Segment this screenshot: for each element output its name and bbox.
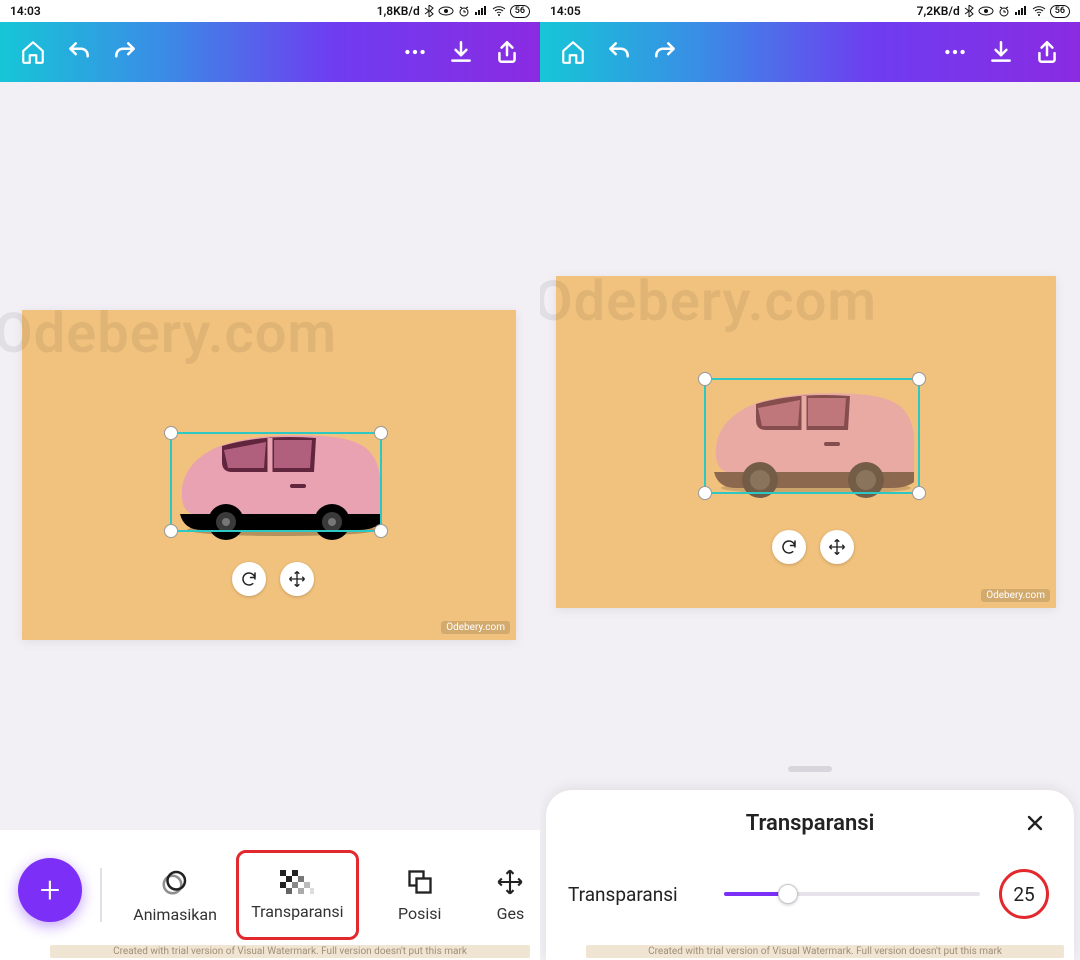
element-tools [232,562,314,596]
selection-box[interactable] [704,378,920,494]
signal-4g-icon [474,6,488,16]
resize-handle-bl[interactable] [164,524,178,538]
status-net: 1,8KB/d [377,4,420,18]
transparency-icon [280,870,314,894]
resize-handle-tl[interactable] [164,426,178,440]
close-icon [1025,813,1045,833]
status-net: 7,2KB/d [917,4,960,18]
redo-button[interactable] [102,29,148,75]
home-button[interactable] [10,29,56,75]
slider-thumb[interactable] [778,884,798,904]
resize-handle-br[interactable] [374,524,388,538]
alarm-icon [458,5,470,17]
rotate-button[interactable] [772,530,806,564]
undo-button[interactable] [56,29,102,75]
animate-icon [160,867,190,897]
resize-handle-bl[interactable] [698,486,712,500]
tool-gesture-label: Ges [497,904,525,923]
home-button[interactable] [550,29,596,75]
value-highlight-ring [999,869,1049,919]
slider-label: Transparansi [568,883,708,906]
wifi-icon [1032,6,1046,16]
canvas-area[interactable]: Odebery.com Odebery.com [0,82,540,960]
bottom-toolbar: + Animasikan Transparansi Posisi [0,830,540,960]
trial-watermark: Created with trial version of Visual Wat… [50,945,530,958]
selection-box[interactable] [170,432,382,532]
plus-icon: + [40,872,60,908]
tool-transparency-label: Transparansi [251,902,343,921]
resize-handle-tr[interactable] [912,372,926,386]
close-button[interactable] [1018,806,1052,840]
tool-animate-label: Animasikan [133,905,217,924]
share-button[interactable] [484,29,530,75]
signal-4g-icon [1014,6,1028,16]
element-tools [772,530,854,564]
app-bar [540,22,1080,82]
alarm-icon [998,5,1010,17]
eye-icon [978,6,994,16]
canvas-area[interactable]: Odebery.com Odebery.com [540,82,1080,960]
redo-button[interactable] [642,29,688,75]
rotate-button[interactable] [232,562,266,596]
resize-handle-tr[interactable] [374,426,388,440]
resize-handle-tl[interactable] [698,372,712,386]
app-bar [0,22,540,82]
tool-animate[interactable]: Animasikan [114,850,236,940]
tool-position[interactable]: Posisi [359,850,481,940]
status-bar: 14:05 7,2KB/d 56 [540,0,1080,22]
tool-position-label: Posisi [398,904,441,923]
sheet-grip[interactable] [788,766,832,772]
screenshot-right: 14:05 7,2KB/d 56 O [540,0,1080,960]
tool-gesture[interactable]: Ges [481,850,540,940]
status-time: 14:03 [10,4,41,18]
more-button[interactable] [932,29,978,75]
design-attribution: Odebery.com [441,621,510,634]
panel-title: Transparansi [746,811,875,836]
battery-indicator: 56 [510,5,530,18]
wifi-icon [492,6,506,16]
undo-button[interactable] [596,29,642,75]
move-button[interactable] [280,562,314,596]
add-button[interactable]: + [18,858,82,922]
tool-transparency[interactable]: Transparansi [236,850,358,940]
share-button[interactable] [1024,29,1070,75]
position-icon [406,868,434,896]
trial-watermark: Created with trial version of Visual Wat… [586,945,1064,958]
move-icon [496,868,524,896]
bluetooth-icon [964,5,974,17]
transparency-panel: Transparansi Transparansi 25 Created wit… [546,790,1074,960]
download-button[interactable] [978,29,1024,75]
more-button[interactable] [392,29,438,75]
resize-handle-br[interactable] [912,486,926,500]
status-bar: 14:03 1,8KB/d 56 [0,0,540,22]
toolbar-separator [100,868,102,922]
bluetooth-icon [424,5,434,17]
eye-icon [438,6,454,16]
transparency-slider[interactable] [724,884,980,904]
screenshot-left: 14:03 1,8KB/d 56 O [0,0,540,960]
battery-indicator: 56 [1050,5,1070,18]
status-time: 14:05 [550,4,581,18]
download-button[interactable] [438,29,484,75]
move-button[interactable] [820,530,854,564]
design-attribution: Odebery.com [981,589,1050,602]
